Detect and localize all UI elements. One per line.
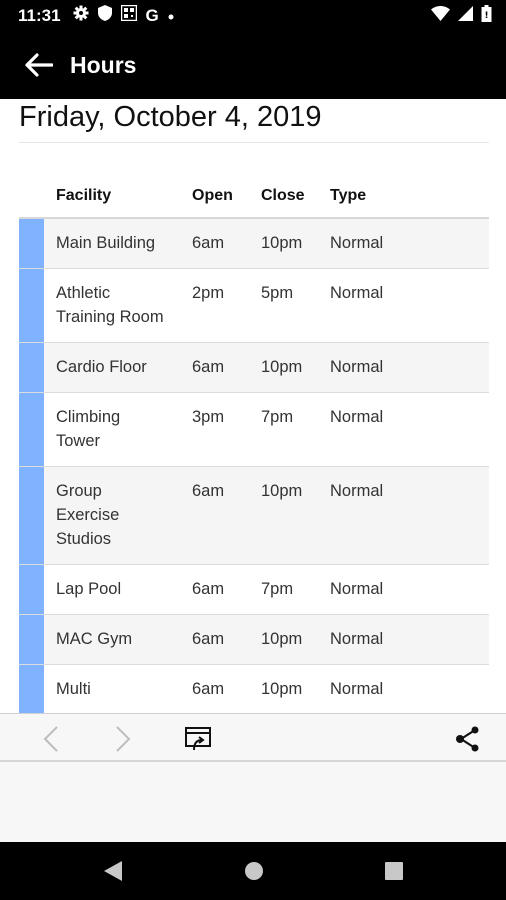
column-header-close[interactable]: Close <box>261 187 330 205</box>
facility-link[interactable]: Cardio Floor <box>44 343 192 392</box>
open-time: 6am <box>192 630 225 648</box>
system-home-button[interactable] <box>242 859 266 883</box>
gear-icon <box>73 5 89 26</box>
hours-type: Normal <box>330 284 384 302</box>
empty-panel <box>0 762 506 842</box>
table-row[interactable]: Athletic Training Room 2pm 5pm Normal <box>19 269 489 343</box>
arrow-left-icon <box>25 53 53 77</box>
table-row[interactable]: Lap Pool 6am 7pm Normal <box>19 565 489 615</box>
browser-toolbar <box>0 713 506 762</box>
system-recents-button[interactable] <box>382 859 406 883</box>
facility-link[interactable]: Lap Pool <box>44 565 192 614</box>
table-row[interactable]: MAC Gym 6am 10pm Normal <box>19 615 489 665</box>
qr-icon <box>120 4 137 26</box>
facility-link[interactable]: Athletic Training Room <box>44 269 192 342</box>
triangle-back-icon <box>104 861 122 881</box>
hours-type: Normal <box>330 234 384 252</box>
column-header-type[interactable]: Type <box>330 187 489 205</box>
row-accent-bar <box>19 665 44 713</box>
open-time: 3pm <box>192 408 225 426</box>
facility-link[interactable]: Multi <box>44 665 192 713</box>
open-time: 6am <box>192 680 225 698</box>
table-header: Facility Open Close Type <box>19 174 489 219</box>
hours-type: Normal <box>330 408 384 426</box>
page-title: Hours <box>70 51 137 78</box>
status-time: 11:31 <box>18 5 61 25</box>
back-button[interactable] <box>22 48 56 82</box>
table-row[interactable]: Main Building 6am 10pm Normal <box>19 219 489 269</box>
table-row[interactable]: Multi 6am 10pm Normal <box>19 665 489 713</box>
dot-icon <box>168 7 174 25</box>
app-bar: Hours <box>0 31 506 99</box>
close-time: 7pm <box>261 580 294 598</box>
open-in-browser-button[interactable] <box>183 724 213 754</box>
table-row[interactable]: Climbing Tower 3pm 7pm Normal <box>19 393 489 467</box>
header-spacer <box>19 174 44 217</box>
row-accent-bar <box>19 615 44 664</box>
row-accent-bar <box>19 343 44 392</box>
hours-type: Normal <box>330 482 384 500</box>
hours-table: Facility Open Close Type Main Building 6… <box>19 174 489 713</box>
signal-icon <box>458 5 473 26</box>
shield-icon <box>97 5 112 26</box>
status-bar: 11:31 G ! <box>0 0 506 31</box>
square-recents-icon <box>385 862 403 880</box>
hours-type: Normal <box>330 630 384 648</box>
wifi-icon <box>431 5 450 26</box>
column-header-open[interactable]: Open <box>192 187 261 205</box>
chevron-left-icon <box>43 726 58 752</box>
row-accent-bar <box>19 467 44 564</box>
share-button[interactable] <box>452 724 482 754</box>
row-accent-bar <box>19 393 44 466</box>
nav-forward-button[interactable] <box>108 724 138 754</box>
hours-type: Normal <box>330 680 384 698</box>
hours-content[interactable]: Friday, October 4, 2019 Facility Open Cl… <box>0 99 506 713</box>
close-time: 5pm <box>261 284 294 302</box>
open-time: 2pm <box>192 284 225 302</box>
open-time: 6am <box>192 358 225 376</box>
close-time: 10pm <box>261 482 303 500</box>
share-icon <box>456 726 479 752</box>
circle-home-icon <box>245 862 263 880</box>
open-in-browser-icon <box>185 727 211 751</box>
g-icon: G <box>145 5 159 25</box>
divider <box>19 142 489 143</box>
battery-icon: ! <box>481 4 492 27</box>
chevron-right-icon <box>116 726 131 752</box>
column-header-facility[interactable]: Facility <box>44 187 192 205</box>
open-time: 6am <box>192 482 225 500</box>
hours-type: Normal <box>330 580 384 598</box>
table-row[interactable]: Cardio Floor 6am 10pm Normal <box>19 343 489 393</box>
row-accent-bar <box>19 269 44 342</box>
close-time: 10pm <box>261 630 303 648</box>
facility-link[interactable]: Group Exercise Studios <box>44 467 192 564</box>
open-time: 6am <box>192 580 225 598</box>
system-back-button[interactable] <box>101 859 125 883</box>
facility-link[interactable]: Main Building <box>44 219 192 268</box>
date-heading: Friday, October 4, 2019 <box>19 101 322 133</box>
close-time: 10pm <box>261 234 303 252</box>
close-time: 10pm <box>261 358 303 376</box>
svg-text:!: ! <box>484 11 488 21</box>
row-accent-bar <box>19 219 44 268</box>
row-accent-bar <box>19 565 44 614</box>
close-time: 7pm <box>261 408 294 426</box>
close-time: 10pm <box>261 680 303 698</box>
nav-back-button[interactable] <box>36 724 66 754</box>
system-nav-bar <box>0 842 506 900</box>
open-time: 6am <box>192 234 225 252</box>
hours-type: Normal <box>330 358 384 376</box>
facility-link[interactable]: Climbing Tower <box>44 393 192 466</box>
table-row[interactable]: Group Exercise Studios 6am 10pm Normal <box>19 467 489 565</box>
facility-link[interactable]: MAC Gym <box>44 615 192 664</box>
